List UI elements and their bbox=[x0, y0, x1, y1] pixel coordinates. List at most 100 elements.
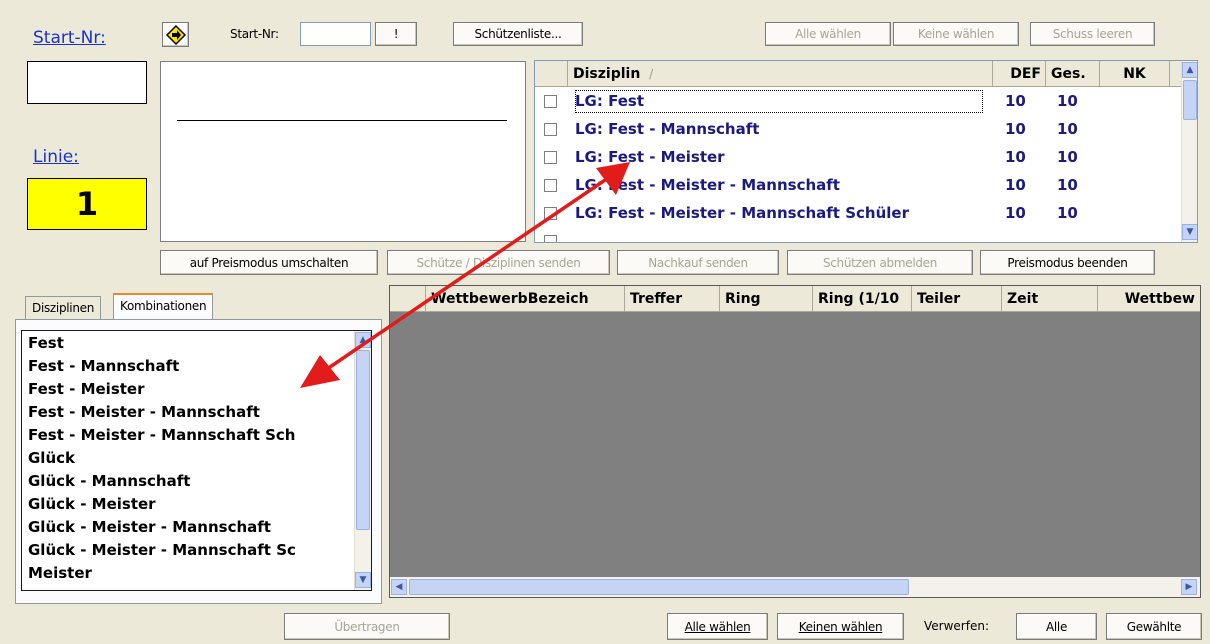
row-def: 10 bbox=[1005, 176, 1026, 194]
start-nr-input[interactable] bbox=[300, 22, 371, 46]
header-blank bbox=[535, 61, 568, 87]
list-item[interactable]: Glück bbox=[28, 447, 75, 469]
header-wettbewerb[interactable]: Wettbew bbox=[1098, 286, 1200, 312]
results-grid-header: WettbewerbBezeich Treffer Ring Ring (1/1… bbox=[390, 286, 1200, 312]
preismodus-umschalten-button[interactable]: auf Preismodus umschalten bbox=[160, 250, 378, 275]
jump-button[interactable] bbox=[162, 22, 189, 47]
results-grid[interactable]: WettbewerbBezeich Treffer Ring Ring (1/1… bbox=[389, 285, 1201, 598]
scroll-right-icon[interactable]: ▶ bbox=[1181, 579, 1197, 595]
start-nr-label: Start-Nr: bbox=[230, 27, 279, 41]
row-discipline-name: LG: Fest - Mannschaft bbox=[575, 120, 760, 138]
table-row[interactable]: LG: Fest - Meister 10 10 bbox=[535, 144, 1181, 171]
header-zeit[interactable]: Zeit bbox=[1002, 286, 1098, 312]
list-item[interactable]: Glück - Meister - Mannschaft bbox=[28, 516, 271, 538]
alle-waehlen-bottom-button[interactable]: Alle wählen bbox=[667, 613, 768, 640]
verwerfen-label: Verwerfen: bbox=[924, 619, 989, 633]
row-checkbox[interactable] bbox=[544, 179, 557, 192]
combination-vertical-scrollbar[interactable]: ▲ ▼ bbox=[354, 331, 371, 590]
header-ring-zehntel[interactable]: Ring (1/10 bbox=[813, 286, 912, 312]
preismodus-beenden-button[interactable]: Preismodus beenden bbox=[980, 250, 1155, 275]
row-ges: 10 bbox=[1057, 204, 1078, 222]
schuetzen-abmelden-button[interactable]: Schützen abmelden bbox=[787, 250, 973, 275]
row-discipline-name: LG: Fest - Meister bbox=[575, 148, 725, 166]
scroll-down-icon[interactable]: ▼ bbox=[355, 572, 371, 588]
scroll-thumb[interactable] bbox=[409, 579, 909, 595]
scroll-down-icon[interactable]: ▼ bbox=[1182, 224, 1197, 240]
list-item[interactable]: Meister bbox=[28, 562, 92, 584]
table-row[interactable]: LG: Fest - Meister - Mannschaft 10 10 bbox=[535, 172, 1181, 199]
row-def: 10 bbox=[1005, 120, 1026, 138]
header-treffer[interactable]: Treffer bbox=[625, 286, 720, 312]
discipline-vertical-scrollbar[interactable]: ▲ ▼ bbox=[1181, 61, 1197, 242]
verwerfen-alle-button[interactable]: Alle bbox=[1016, 613, 1097, 640]
row-discipline-name: LG: Fest - Meister - Mannschaft Schüler bbox=[575, 204, 909, 222]
table-row[interactable]: LG: Fest - Meister - Mannschaft Schüler … bbox=[535, 200, 1181, 227]
list-item[interactable]: Fest bbox=[28, 332, 64, 354]
keine-waehlen-button[interactable]: Keine wählen bbox=[893, 22, 1019, 46]
row-checkbox[interactable] bbox=[544, 207, 557, 220]
bang-button[interactable]: ! bbox=[375, 22, 417, 46]
list-item[interactable]: Glück - Mannschaft bbox=[28, 470, 190, 492]
verwerfen-gewaehlte-button[interactable]: Gewählte bbox=[1106, 613, 1202, 640]
scroll-up-icon[interactable]: ▲ bbox=[355, 332, 371, 348]
header-nk[interactable]: NK bbox=[1100, 61, 1170, 87]
header-def[interactable]: DEF bbox=[993, 61, 1046, 87]
nachkauf-senden-button[interactable]: Nachkauf senden bbox=[617, 250, 779, 275]
list-item[interactable]: Fest - Meister bbox=[28, 378, 145, 400]
scroll-thumb[interactable] bbox=[1183, 80, 1197, 120]
tab-disziplinen[interactable]: Disziplinen bbox=[25, 296, 102, 320]
row-def: 10 bbox=[1005, 204, 1026, 222]
sort-indicator: / bbox=[649, 67, 654, 81]
row-ges: 10 bbox=[1057, 92, 1078, 110]
alle-waehlen-top-button[interactable]: Alle wählen bbox=[765, 22, 891, 46]
scroll-left-icon[interactable]: ◀ bbox=[391, 579, 407, 595]
header-ges[interactable]: Ges. bbox=[1046, 61, 1100, 87]
start-nr-display bbox=[27, 61, 147, 104]
uebertragen-button[interactable]: Übertragen bbox=[284, 613, 450, 640]
combination-list[interactable]: Fest Fest - Mannschaft Fest - Meister Fe… bbox=[21, 330, 372, 591]
header-blank bbox=[390, 286, 426, 312]
header-ring[interactable]: Ring bbox=[720, 286, 813, 312]
diamond-arrow-icon bbox=[165, 24, 186, 45]
schuetzenliste-button[interactable]: Schützenliste... bbox=[453, 22, 583, 46]
linie-display: 1 bbox=[27, 178, 147, 230]
discipline-table-header: Disziplin / DEF Ges. NK bbox=[535, 61, 1181, 87]
list-item[interactable]: Glück - Meister bbox=[28, 493, 156, 515]
table-row-clipped bbox=[535, 228, 1181, 242]
name-underline bbox=[177, 120, 507, 121]
row-def: 10 bbox=[1005, 148, 1026, 166]
row-ges: 10 bbox=[1057, 176, 1078, 194]
row-ges: 10 bbox=[1057, 148, 1078, 166]
row-checkbox[interactable] bbox=[544, 151, 557, 164]
list-item[interactable]: Fest - Meister - Mannschaft bbox=[28, 401, 260, 423]
header-teiler[interactable]: Teiler bbox=[912, 286, 1002, 312]
header-disziplin[interactable]: Disziplin / bbox=[568, 61, 993, 87]
table-row[interactable]: LG: Fest - Mannschaft 10 10 bbox=[535, 116, 1181, 143]
row-discipline-name: LG: Fest - Meister - Mannschaft bbox=[575, 176, 840, 194]
shooter-name-panel bbox=[160, 61, 526, 242]
row-checkbox[interactable] bbox=[544, 123, 557, 136]
keinen-waehlen-button[interactable]: Keinen wählen bbox=[777, 613, 904, 640]
header-wettbewerb-bezeichnung[interactable]: WettbewerbBezeich bbox=[426, 286, 625, 312]
row-checkbox bbox=[544, 235, 557, 242]
table-row[interactable]: LG: Fest 10 10 bbox=[535, 88, 1181, 115]
discipline-table: Disziplin / DEF Ges. NK LG: Fest 10 10 L… bbox=[534, 60, 1198, 243]
alle-waehlen-label: Alle wählen bbox=[684, 619, 751, 634]
schuetze-disziplinen-senden-button[interactable]: Schütze / Disziplinen senden bbox=[387, 250, 610, 275]
list-item[interactable]: Fest - Meister - Mannschaft Sch bbox=[28, 424, 295, 446]
list-item[interactable]: Fest - Mannschaft bbox=[28, 355, 179, 377]
scroll-thumb[interactable] bbox=[356, 350, 370, 530]
schuss-leeren-button[interactable]: Schuss leeren bbox=[1030, 22, 1155, 46]
row-discipline-name: LG: Fest bbox=[573, 88, 985, 115]
header-disziplin-label: Disziplin bbox=[573, 66, 641, 82]
list-item[interactable]: Glück - Meister - Mannschaft Sc bbox=[28, 539, 296, 561]
row-def: 10 bbox=[1005, 92, 1026, 110]
tab-kombinationen[interactable]: Kombinationen bbox=[113, 293, 214, 320]
keinen-waehlen-label: Keinen wählen bbox=[798, 619, 883, 634]
start-nr-link[interactable]: Start-Nr: bbox=[33, 28, 106, 48]
results-horizontal-scrollbar[interactable]: ◀ ▶ bbox=[390, 577, 1200, 597]
scroll-up-icon[interactable]: ▲ bbox=[1182, 62, 1197, 78]
row-ges: 10 bbox=[1057, 120, 1078, 138]
linie-link[interactable]: Linie: bbox=[33, 147, 79, 167]
row-checkbox[interactable] bbox=[544, 95, 557, 108]
